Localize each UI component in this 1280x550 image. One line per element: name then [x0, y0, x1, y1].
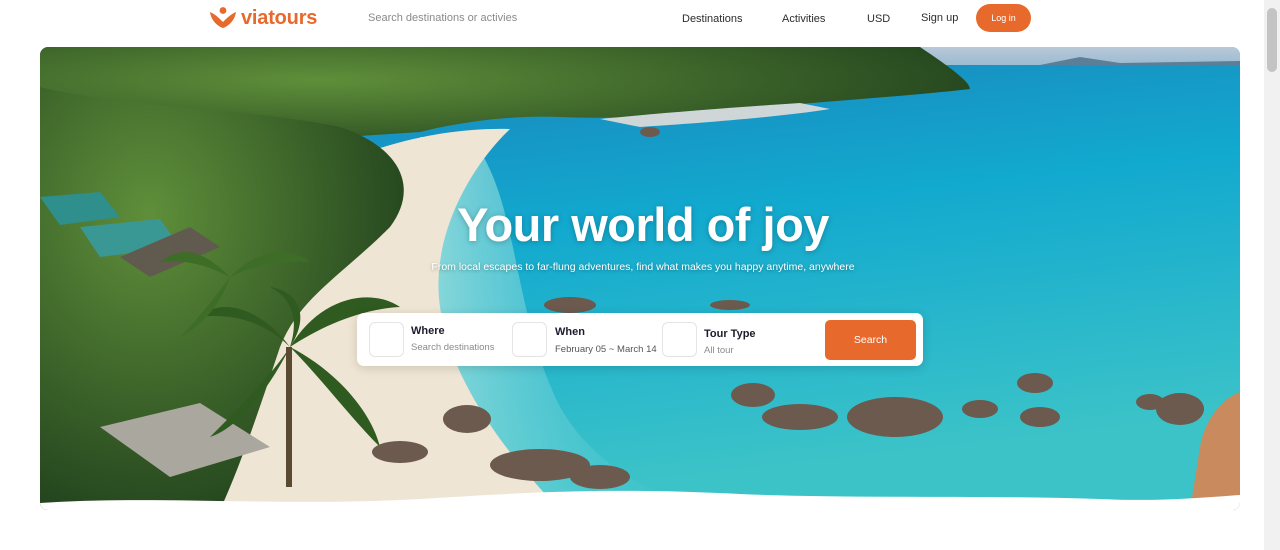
tour-type-value: All tour: [704, 345, 734, 356]
brand-name: viatours: [241, 6, 318, 29]
top-navigation-bar: viatours Destinations Activities USD Sig…: [0, 0, 1264, 40]
hero-subtitle: From local escapes to far-flung adventur…: [431, 261, 855, 273]
where-label: Where: [411, 325, 445, 337]
nav-activities-link[interactable]: Activities: [782, 13, 825, 25]
when-value: February 05 ~ March 14: [555, 344, 657, 355]
tour-type-icon: [662, 322, 697, 357]
when-label: When: [555, 326, 585, 338]
where-field[interactable]: Where Search destinations: [369, 322, 509, 358]
when-field[interactable]: When February 05 ~ March 14: [512, 322, 657, 358]
tour-search-panel: Where Search destinations When February …: [357, 313, 923, 366]
viatours-heart-logo-icon: [210, 7, 236, 28]
nav-destinations-link[interactable]: Destinations: [682, 13, 743, 25]
hero-title: Your world of joy: [457, 198, 829, 251]
calendar-icon: [512, 322, 547, 357]
currency-selector[interactable]: USD: [867, 13, 890, 25]
search-button[interactable]: Search: [825, 320, 916, 360]
tour-type-label: Tour Type: [704, 328, 756, 340]
login-button[interactable]: Log in: [976, 4, 1031, 32]
page-scrollbar[interactable]: [1264, 0, 1280, 550]
scrollbar-thumb[interactable]: [1267, 8, 1277, 72]
hero-banner: Your world of joy From local escapes to …: [40, 47, 1240, 510]
location-icon: [369, 322, 404, 357]
brand-logo[interactable]: viatours: [208, 6, 317, 30]
signup-link[interactable]: Sign up: [921, 12, 958, 24]
tour-type-field[interactable]: Tour Type All tour: [662, 322, 812, 358]
beach-landscape-image: [40, 47, 1240, 510]
site-search-input[interactable]: [368, 8, 568, 28]
where-placeholder: Search destinations: [411, 342, 495, 353]
